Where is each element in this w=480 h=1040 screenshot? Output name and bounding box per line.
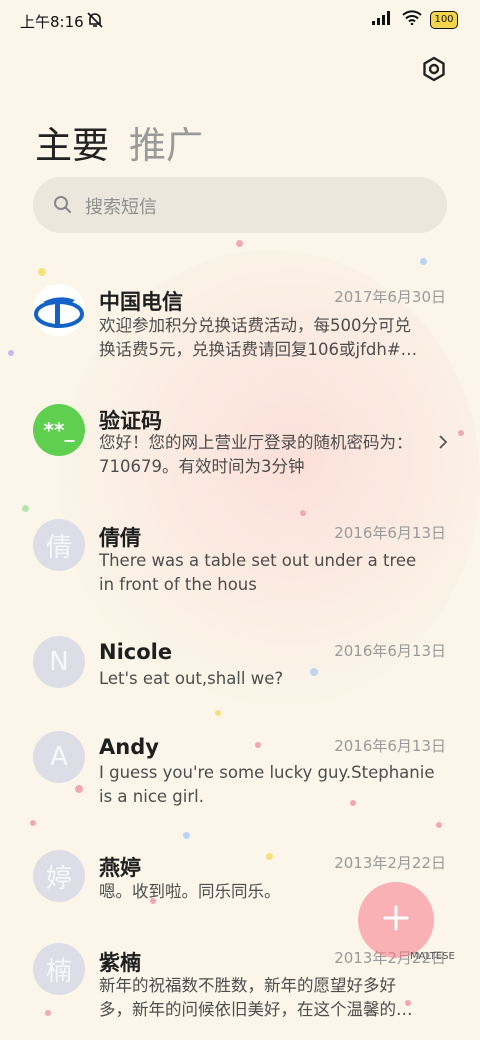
contact-avatar: A bbox=[33, 731, 85, 783]
contact-avatar: 楠 bbox=[33, 943, 85, 995]
conversation-item[interactable]: A Andy 2016年6月13日 I guess you're some lu… bbox=[0, 731, 480, 821]
message-date: 2016年6月13日 bbox=[334, 642, 446, 660]
battery-indicator: 100 bbox=[430, 10, 458, 29]
contact-name: 燕婷 bbox=[99, 856, 141, 880]
new-message-button[interactable] bbox=[358, 882, 434, 958]
status-time: 上午8:16 bbox=[20, 13, 84, 31]
conversation-item[interactable]: **_ 验证码 您好！您的网上营业厅登录的随机密码为： 710679。有效时间为… bbox=[0, 402, 480, 492]
message-preview-line-2: is a nice girl. bbox=[99, 787, 204, 806]
contact-avatar: 婷 bbox=[33, 850, 85, 902]
message-preview-line-2: 710679。有效时间为3分钟 bbox=[99, 457, 305, 476]
conversation-item[interactable]: 倩 倩倩 2016年6月13日 There was a table set ou… bbox=[0, 517, 480, 607]
message-date: 2016年6月13日 bbox=[334, 524, 446, 542]
message-date: 2016年6月13日 bbox=[334, 737, 446, 755]
verify-code-avatar: **_ bbox=[33, 404, 85, 456]
watermark: MALTESE bbox=[410, 951, 455, 962]
china-telecom-logo bbox=[33, 284, 85, 336]
message-preview-line-1: 新年的祝福数不胜数，新年的愿望好多好 bbox=[99, 976, 396, 995]
search-icon bbox=[53, 195, 73, 219]
wifi-icon bbox=[402, 10, 422, 29]
contact-name: Andy bbox=[99, 735, 159, 759]
signal-icon bbox=[372, 10, 394, 29]
mute-icon bbox=[86, 11, 104, 33]
message-preview-line-1: Let's eat out,shall we? bbox=[99, 669, 284, 688]
gear-icon bbox=[423, 56, 445, 82]
message-preview-line-2: 换话费5元，兑换话费请回复106或jfdh#… bbox=[99, 340, 418, 359]
search-placeholder: 搜索短信 bbox=[85, 197, 157, 218]
contact-name: 倩倩 bbox=[99, 526, 141, 550]
contact-name: Nicole bbox=[99, 640, 173, 664]
status-bar: 上午8:16 100 bbox=[0, 0, 480, 42]
tab-main[interactable]: 主要 bbox=[35, 124, 109, 167]
conversation-item[interactable]: 中国电信 2017年6月30日 欢迎参加积分兑换话费活动，每500分可兑 换话费… bbox=[0, 280, 480, 370]
search-input[interactable]: 搜索短信 bbox=[33, 177, 447, 233]
conversation-item[interactable]: 楠 紫楠 2013年2月22日 新年的祝福数不胜数，新年的愿望好多好 多，新年的… bbox=[0, 943, 480, 1033]
message-preview-line-2: in front of the hous bbox=[99, 575, 257, 594]
chevron-right-icon bbox=[438, 434, 448, 454]
message-preview-line-1: 欢迎参加积分兑换话费活动，每500分可兑 bbox=[99, 316, 411, 335]
contact-avatar: N bbox=[33, 636, 85, 688]
message-preview-line-1: There was a table set out under a tree bbox=[99, 551, 417, 570]
message-preview-line-2: 多，新年的问候依旧美好，在这个温馨的… bbox=[99, 1000, 413, 1019]
contact-name: 紫楠 bbox=[99, 951, 141, 975]
contact-avatar: 倩 bbox=[33, 519, 85, 571]
tab-bar: 主要 推广 bbox=[35, 115, 203, 169]
contact-name: 中国电信 bbox=[99, 290, 183, 314]
message-preview-line-1: 您好！您的网上营业厅登录的随机密码为： bbox=[99, 433, 413, 452]
settings-button[interactable] bbox=[418, 53, 450, 85]
message-date: 2013年2月22日 bbox=[334, 854, 446, 872]
tab-promo[interactable]: 推广 bbox=[129, 124, 203, 167]
conversation-item[interactable]: N Nicole 2016年6月13日 Let's eat out,shall … bbox=[0, 636, 480, 706]
message-date: 2017年6月30日 bbox=[334, 288, 446, 306]
plus-icon bbox=[382, 904, 410, 936]
message-preview-line-1: I guess you're some lucky guy.Stephanie bbox=[99, 763, 435, 782]
